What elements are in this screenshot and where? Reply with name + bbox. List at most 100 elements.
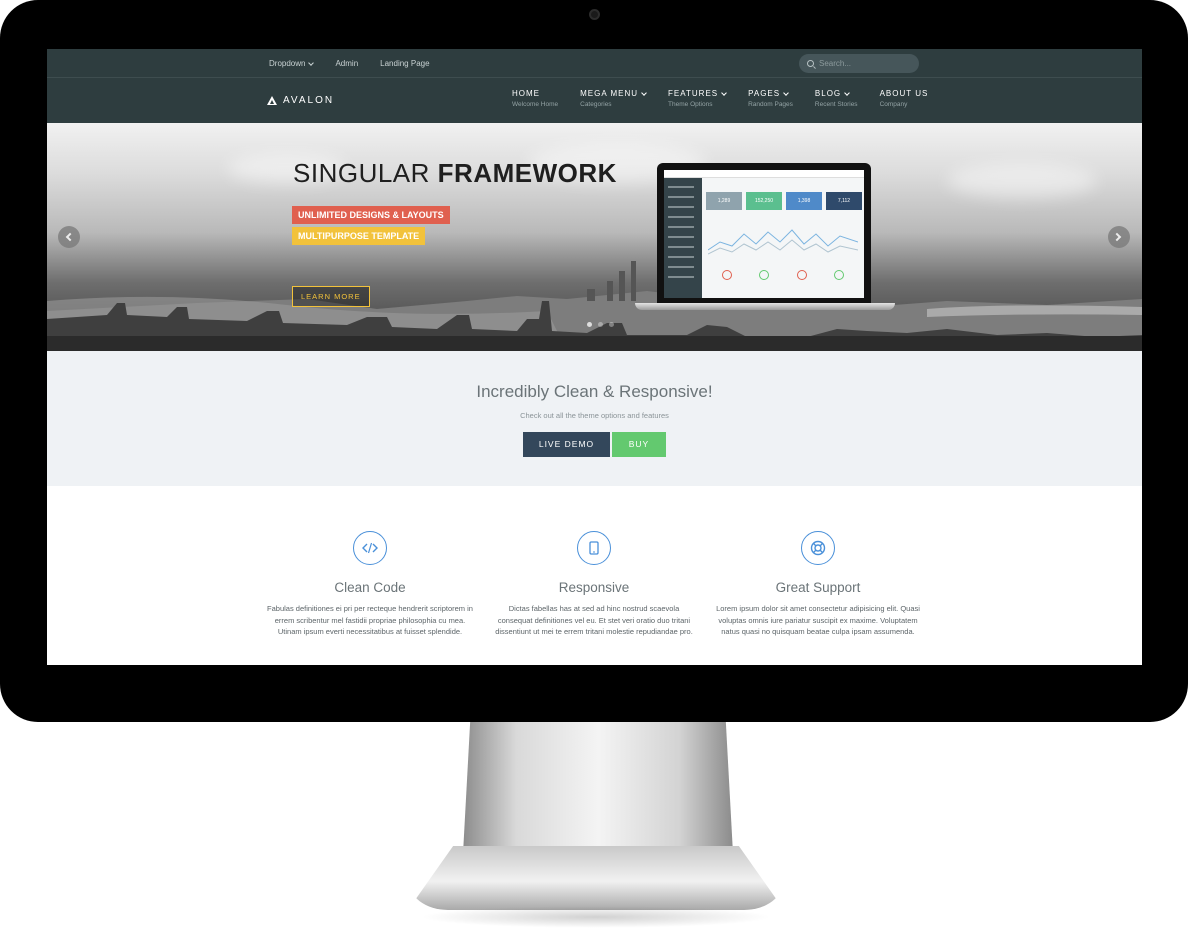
preview-stat-value: 1,289 — [717, 198, 731, 204]
slider-prev-button[interactable] — [58, 226, 80, 248]
laptop-mockup: 1,289 152,250 1,398 7,112 — [657, 163, 871, 303]
monitor-stand-base — [408, 846, 784, 910]
preview-sidebar-item — [668, 246, 694, 248]
chevron-right-icon — [1112, 232, 1122, 242]
nav-item-subtitle: Welcome Home — [512, 101, 559, 108]
preview-stat-value: 1,398 — [797, 198, 811, 204]
nav-item-title: PAGES — [748, 89, 781, 98]
nav-item-home[interactable]: HOME Welcome Home — [512, 89, 558, 108]
preview-sidebar-item — [668, 236, 694, 238]
cloud-shape — [947, 163, 1097, 198]
preview-sidebar-item — [668, 186, 694, 188]
preview-stat-value: 152,250 — [754, 198, 774, 204]
top-link-label: Dropdown — [269, 59, 306, 68]
nav-item-title: BLOG — [814, 89, 842, 98]
slider-dot[interactable] — [587, 322, 592, 327]
nav-item-title: FEATURES — [668, 89, 719, 98]
webcam-icon — [589, 9, 600, 20]
nav-item-subtitle: Categories — [580, 101, 612, 108]
preview-stat-value: 7,112 — [837, 198, 851, 204]
feature-text: Dictas fabellas has at sed ad hinc nostr… — [495, 604, 693, 636]
preview-topbar — [664, 170, 864, 178]
slider-dot[interactable] — [598, 322, 603, 327]
top-link-admin[interactable]: Admin — [335, 59, 358, 68]
slider-dot[interactable] — [609, 322, 614, 327]
dashboard-preview: 1,289 152,250 1,398 7,112 — [664, 170, 864, 298]
nav-item-subtitle: Theme Options — [668, 101, 713, 108]
top-link-label: Landing Page — [380, 59, 430, 68]
preview-stat-card: 1,289 — [706, 192, 742, 210]
live-demo-button[interactable]: LIVE DEMO — [523, 432, 610, 457]
nav-item-subtitle: Recent Stories — [814, 101, 858, 108]
life-ring-icon — [801, 531, 835, 565]
cta-subtitle: Check out all the theme options and feat… — [520, 411, 669, 420]
main-navbar: AVALON HOME Welcome Home MEGA MENU Categ… — [47, 78, 1142, 123]
nav-menu: HOME Welcome Home MEGA MENU Categories F… — [512, 89, 928, 108]
preview-sidebar-item — [668, 216, 694, 218]
cta-title: Incredibly Clean & Responsive! — [476, 382, 713, 401]
preview-sidebar — [664, 178, 702, 298]
slider-next-button[interactable] — [1108, 226, 1130, 248]
preview-sidebar-item — [668, 256, 694, 258]
preview-sidebar-item — [668, 196, 694, 198]
stand-shadow — [420, 906, 772, 928]
preview-stat-card: 152,250 — [746, 192, 782, 210]
feature-title: Responsive — [558, 580, 630, 595]
hero-title-bold: FRAMEWORK — [437, 158, 617, 188]
nav-item-title: HOME — [512, 89, 540, 98]
top-link-landing-page[interactable]: Landing Page — [380, 59, 429, 68]
hero-title: SINGULAR FRAMEWORK — [293, 158, 617, 189]
nav-item-mega-menu[interactable]: MEGA MENU Categories — [580, 89, 647, 108]
preview-donut-icon — [721, 270, 732, 280]
chevron-down-icon — [721, 89, 727, 96]
preview-sidebar-item — [668, 206, 694, 208]
feature-title: Great Support — [775, 580, 861, 595]
top-utility-bar: Dropdown Admin Landing Page — [47, 49, 1142, 78]
preview-line-chart — [708, 229, 858, 255]
chevron-down-icon — [783, 89, 789, 96]
preview-donut-icon — [759, 270, 770, 280]
search-box[interactable] — [799, 54, 919, 73]
chevron-left-icon — [65, 232, 75, 242]
monitor-frame: Dropdown Admin Landing Page AVALON — [0, 0, 1188, 722]
nav-item-features[interactable]: FEATURES Theme Options — [668, 89, 727, 108]
nav-item-subtitle: Company — [879, 101, 908, 108]
preview-donut-icon — [834, 270, 845, 280]
triangle-logo-icon — [267, 96, 277, 105]
preview-sidebar-item — [668, 276, 694, 278]
preview-donut-icon — [796, 270, 807, 280]
feature-title: Clean Code — [334, 580, 406, 595]
buy-button[interactable]: BUY — [612, 432, 666, 457]
preview-sidebar-item — [668, 226, 694, 228]
hero-tag-primary: UNLIMITED DESIGNS & LAYOUTS — [292, 206, 450, 224]
top-link-label: Admin — [335, 59, 359, 68]
preview-stat-card: 7,112 — [826, 192, 862, 210]
brand-logo[interactable]: AVALON — [267, 95, 334, 106]
nav-item-subtitle: Random Pages — [748, 101, 793, 108]
chevron-down-icon — [844, 89, 850, 96]
learn-more-button[interactable]: LEARN MORE — [292, 286, 370, 307]
nav-item-blog[interactable]: BLOG Recent Stories — [815, 89, 858, 108]
preview-sidebar-item — [668, 266, 694, 268]
laptop-base — [635, 303, 895, 310]
top-link-dropdown[interactable]: Dropdown — [269, 59, 315, 68]
preview-mini-stats — [708, 270, 858, 284]
nav-item-title: ABOUT US — [879, 89, 929, 98]
city-skyline-image — [47, 261, 1142, 351]
browser-screen: Dropdown Admin Landing Page AVALON — [47, 49, 1142, 665]
brand-name: AVALON — [283, 95, 335, 106]
chevron-down-icon — [641, 89, 647, 96]
slider-dots — [587, 322, 614, 327]
cta-section: Incredibly Clean & Responsive! Check out… — [47, 351, 1142, 486]
nav-item-about-us[interactable]: ABOUT US Company — [880, 89, 929, 108]
search-icon — [807, 60, 814, 67]
hero-tag-secondary: MULTIPURPOSE TEMPLATE — [292, 227, 426, 245]
code-icon — [353, 531, 387, 565]
nav-item-pages[interactable]: PAGES Random Pages — [748, 89, 793, 108]
features-section: Clean Code Fabulas definitiones ei pri p… — [47, 486, 1142, 665]
search-input[interactable] — [819, 59, 909, 68]
tablet-icon — [577, 531, 611, 565]
chevron-down-icon — [308, 59, 315, 66]
hero-slider: SINGULAR FRAMEWORK UNLIMITED DESIGNS & L… — [47, 123, 1142, 351]
feature-text: Fabulas definitiones ei pri per recteque… — [267, 604, 473, 636]
